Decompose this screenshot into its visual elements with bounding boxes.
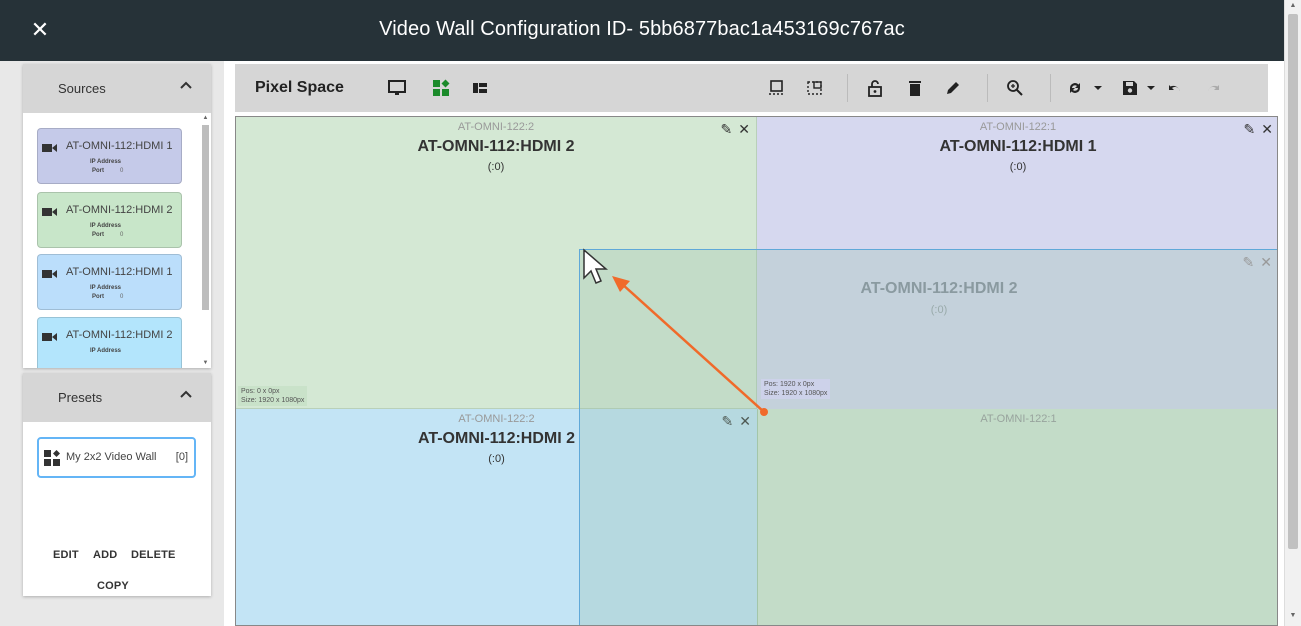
source-name: AT-OMNI-112:HDMI 2 xyxy=(66,329,173,341)
source-card[interactable]: AT-OMNI-112:HDMI 2 IP Address xyxy=(37,317,182,368)
toolbar: Pixel Space xyxy=(235,64,1268,112)
close-icon[interactable]: ✕ xyxy=(1260,254,1272,271)
pencil-icon[interactable]: ✎ xyxy=(1243,254,1255,271)
sources-header[interactable]: Sources xyxy=(23,64,211,113)
sources-title: Sources xyxy=(58,81,106,96)
edit-icon[interactable] xyxy=(943,78,963,98)
redo-icon[interactable] xyxy=(1203,78,1223,98)
position-size-label: Pos: 1920 x 0px Size: 1920 x 1080px xyxy=(761,379,831,399)
preset-item[interactable]: My 2x2 Video Wall [0] xyxy=(37,437,196,478)
toolbar-divider xyxy=(1050,74,1051,102)
pencil-icon[interactable]: ✎ xyxy=(1244,121,1256,138)
video-camera-icon xyxy=(42,144,57,152)
preset-name: My 2x2 Video Wall xyxy=(66,451,157,463)
ip-address-label: IP Address xyxy=(90,159,122,165)
pencil-icon[interactable]: ✎ xyxy=(721,121,733,138)
sidebar: Sources AT-OMNI-112:HDMI 1 IP Address Po… xyxy=(0,61,224,626)
video-camera-icon xyxy=(42,208,57,216)
mouse-cursor-icon xyxy=(583,248,609,284)
dialog-title: Video Wall Configuration ID- 5bb6877bac1… xyxy=(379,18,905,40)
window-count: (:0) xyxy=(487,161,505,173)
monitor-icon[interactable] xyxy=(387,78,407,98)
ip-address-label: IP Address xyxy=(90,223,122,229)
port-label: Port xyxy=(92,294,104,300)
source-card[interactable]: AT-OMNI-112:HDMI 1 IP Address Port 0 xyxy=(37,254,182,310)
chevron-down-icon[interactable] xyxy=(1141,78,1155,98)
preset-count: [0] xyxy=(175,451,188,463)
source-card[interactable]: AT-OMNI-112:HDMI 1 IP Address Port 0 xyxy=(37,128,182,184)
source-name: AT-OMNI-112:HDMI 1 xyxy=(66,140,173,152)
undo-icon[interactable] xyxy=(1165,78,1185,98)
sources-panel: Sources AT-OMNI-112:HDMI 1 IP Address Po… xyxy=(23,64,211,368)
scroll-up-icon[interactable]: ▲ xyxy=(200,115,211,121)
scroll-down-icon[interactable]: ▼ xyxy=(200,360,211,366)
port-label: Port xyxy=(92,168,104,174)
position-label: Pos: 1920 x 0px xyxy=(764,381,815,388)
unlock-icon[interactable] xyxy=(865,78,885,98)
ip-address-label: IP Address xyxy=(90,348,122,354)
presets-header[interactable]: Presets xyxy=(23,373,211,422)
display-label: AT-OMNI-122:2 xyxy=(457,121,535,133)
ip-address-label: IP Address xyxy=(90,285,122,291)
source-card[interactable]: AT-OMNI-112:HDMI 2 IP Address Port 0 xyxy=(37,192,182,248)
trash-icon[interactable] xyxy=(905,78,925,98)
presets-title: Presets xyxy=(58,390,103,405)
source-list-scrollbar[interactable]: ▲ ▼ xyxy=(200,113,211,368)
chevron-down-icon[interactable] xyxy=(1088,78,1102,98)
size-label: Size: 1920 x 1080px xyxy=(764,390,828,397)
close-icon[interactable]: ✕ xyxy=(1261,121,1273,138)
copy-button[interactable]: COPY xyxy=(97,580,129,592)
layout-grid-icon[interactable] xyxy=(431,78,451,98)
scrollbar-thumb[interactable] xyxy=(1288,14,1298,549)
video-window-dragged[interactable]: AT-OMNI-112:HDMI 2 (:0) ✎ ✕ xyxy=(579,249,1277,625)
sync-icon[interactable] xyxy=(1065,78,1085,98)
chevron-up-icon[interactable] xyxy=(179,78,193,92)
position-size-label: Pos: 0 x 0px Size: 1920 x 1080px xyxy=(238,386,308,406)
page-scrollbar[interactable]: ▲ ▼ xyxy=(1284,0,1301,626)
select-icon[interactable] xyxy=(766,78,786,98)
port-label: Port xyxy=(92,232,104,238)
scroll-down-icon[interactable]: ▼ xyxy=(1285,612,1301,624)
size-label: Size: 1920 x 1080px xyxy=(241,397,305,404)
scrollbar-thumb[interactable] xyxy=(202,125,209,310)
window-count: (:0) xyxy=(930,304,948,316)
presets-panel: Presets My 2x2 Video Wall [0] EDIT ADD D… xyxy=(23,373,211,596)
edit-button[interactable]: EDIT xyxy=(53,549,79,561)
toolbar-divider xyxy=(987,74,988,102)
chevron-up-icon[interactable] xyxy=(179,387,193,401)
window-count: (:0) xyxy=(1009,161,1027,173)
pixel-space-title: Pixel Space xyxy=(255,79,344,96)
port-value: 0 xyxy=(120,168,124,174)
position-label: Pos: 0 x 0px xyxy=(241,388,280,395)
scroll-up-icon[interactable]: ▲ xyxy=(1285,2,1301,14)
source-name: AT-OMNI-112:HDMI 2 xyxy=(66,204,173,216)
port-value: 0 xyxy=(120,294,124,300)
window-source-name: AT-OMNI-112:HDMI 1 xyxy=(939,138,1097,155)
close-icon[interactable]: ✕ xyxy=(738,121,750,138)
source-name: AT-OMNI-112:HDMI 1 xyxy=(66,266,173,278)
port-value: 0 xyxy=(120,232,124,238)
zoom-icon[interactable] xyxy=(1005,78,1025,98)
dashboard-icon[interactable] xyxy=(470,78,490,98)
toolbar-divider xyxy=(847,74,848,102)
delete-button[interactable]: DELETE xyxy=(131,549,176,561)
save-icon[interactable] xyxy=(1120,78,1140,98)
video-wall-canvas[interactable]: AT-OMNI-122:2 AT-OMNI-112:HDMI 2 (:0) ✎ ✕… xyxy=(235,116,1278,626)
deselect-icon[interactable] xyxy=(805,78,825,98)
add-button[interactable]: ADD xyxy=(93,549,117,561)
source-list: AT-OMNI-112:HDMI 1 IP Address Port 0 AT-… xyxy=(23,113,211,368)
video-camera-icon xyxy=(42,270,57,278)
title-bar: ✕ Video Wall Configuration ID- 5bb6877ba… xyxy=(0,0,1284,61)
layout-grid-icon xyxy=(44,450,60,466)
window-source-name: AT-OMNI-112:HDMI 2 xyxy=(860,280,1018,297)
video-camera-icon xyxy=(42,333,57,341)
window-source-name: AT-OMNI-112:HDMI 2 xyxy=(417,138,575,155)
display-label: AT-OMNI-122:1 xyxy=(979,121,1057,133)
